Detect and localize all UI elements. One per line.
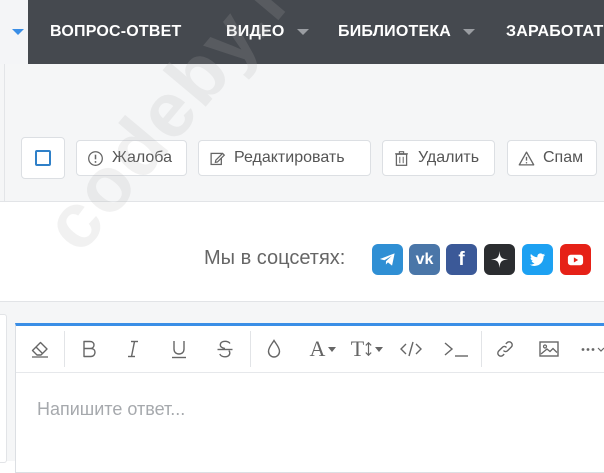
more-dots-icon — [581, 347, 604, 352]
italic-icon — [128, 340, 138, 358]
vertical-arrows-icon — [365, 341, 372, 357]
divider — [0, 201, 604, 202]
youtube-icon — [567, 254, 584, 266]
text-color-dropdown[interactable]: A — [305, 336, 341, 362]
link-icon — [497, 341, 513, 357]
underline-icon — [172, 341, 186, 359]
caret-down-icon — [463, 29, 476, 35]
facebook-logo: f — [458, 248, 465, 270]
color-button[interactable] — [263, 336, 285, 362]
nav-item-video[interactable]: ВИДЕО — [226, 0, 309, 64]
editor-toolbar: A T — [16, 326, 604, 373]
underline-button[interactable] — [168, 336, 190, 362]
delete-button[interactable]: Удалить — [382, 140, 495, 176]
delete-label: Удалить — [418, 149, 480, 166]
zen-icon — [490, 250, 509, 269]
exclamation-circle-icon — [88, 150, 103, 166]
clear-format-button[interactable] — [27, 336, 53, 362]
telegram-icon[interactable] — [372, 244, 403, 275]
vk-icon[interactable]: vk — [409, 244, 440, 275]
facebook-icon[interactable]: f — [446, 244, 477, 275]
italic-button[interactable] — [122, 336, 144, 362]
complaint-label: Жалоба — [112, 149, 172, 166]
reply-placeholder[interactable]: Напишите ответ... — [37, 399, 185, 420]
code-block-button[interactable] — [441, 336, 471, 362]
post-actions-area — [0, 64, 604, 202]
caret-down-icon — [328, 346, 337, 352]
caret-down-icon — [12, 29, 24, 35]
font-size-label: T — [350, 336, 365, 361]
bold-icon — [83, 340, 96, 358]
reply-editor: A T Напишите ответ... — [15, 323, 604, 473]
telegram-icon — [379, 253, 395, 266]
image-button[interactable] — [537, 336, 561, 362]
link-button[interactable] — [493, 336, 517, 362]
terminal-icon — [444, 342, 468, 357]
warning-triangle-icon — [518, 150, 535, 166]
zen-icon[interactable] — [484, 244, 515, 275]
more-options-button[interactable] — [579, 336, 604, 362]
code-inline-button[interactable] — [397, 336, 425, 362]
image-icon — [539, 341, 559, 357]
youtube-icon[interactable] — [560, 244, 591, 275]
font-size-dropdown[interactable]: T — [348, 336, 386, 362]
twitter-icon[interactable] — [522, 244, 553, 275]
nav-dropdown-toggle[interactable] — [0, 0, 28, 64]
caret-down-icon — [375, 346, 384, 352]
caret-down-icon — [296, 29, 309, 35]
vk-logo: vk — [415, 250, 434, 268]
bold-button[interactable] — [78, 336, 100, 362]
top-navbar: ВОПРОС-ОТВЕТ ВИДЕО БИБЛИОТЕКА ЗАРАБОТАТЬ — [0, 0, 604, 64]
text-color-label: A — [309, 336, 326, 361]
spam-button[interactable]: Спам — [507, 140, 597, 176]
nav-item-qa[interactable]: ВОПРОС-ОТВЕТ — [50, 0, 182, 64]
edit-label: Редактировать — [234, 149, 345, 166]
nav-item-label: ВОПРОС-ОТВЕТ — [50, 23, 182, 40]
code-icon — [400, 341, 422, 357]
nav-item-label: БИБЛИОТЕКА — [338, 23, 452, 40]
complaint-button[interactable]: Жалоба — [76, 140, 187, 176]
nav-item-library[interactable]: БИБЛИОТЕКА — [338, 0, 476, 64]
twitter-icon — [529, 253, 546, 266]
drop-icon — [267, 339, 281, 358]
nav-item-earn[interactable]: ЗАРАБОТАТЬ — [506, 0, 604, 64]
select-checkbox[interactable] — [21, 137, 65, 179]
strikethrough-button[interactable] — [214, 336, 236, 362]
checkbox-icon — [35, 150, 51, 166]
edit-icon — [210, 152, 226, 165]
nav-item-label: ВИДЕО — [226, 23, 285, 40]
eraser-icon — [31, 341, 48, 358]
spam-label: Спам — [543, 149, 584, 166]
edit-button[interactable]: Редактировать — [198, 140, 371, 176]
trash-icon — [395, 150, 408, 166]
strikethrough-icon — [217, 340, 233, 358]
nav-item-label: ЗАРАБОТАТЬ — [506, 23, 604, 40]
social-label: Мы в соцсетях: — [204, 247, 346, 269]
